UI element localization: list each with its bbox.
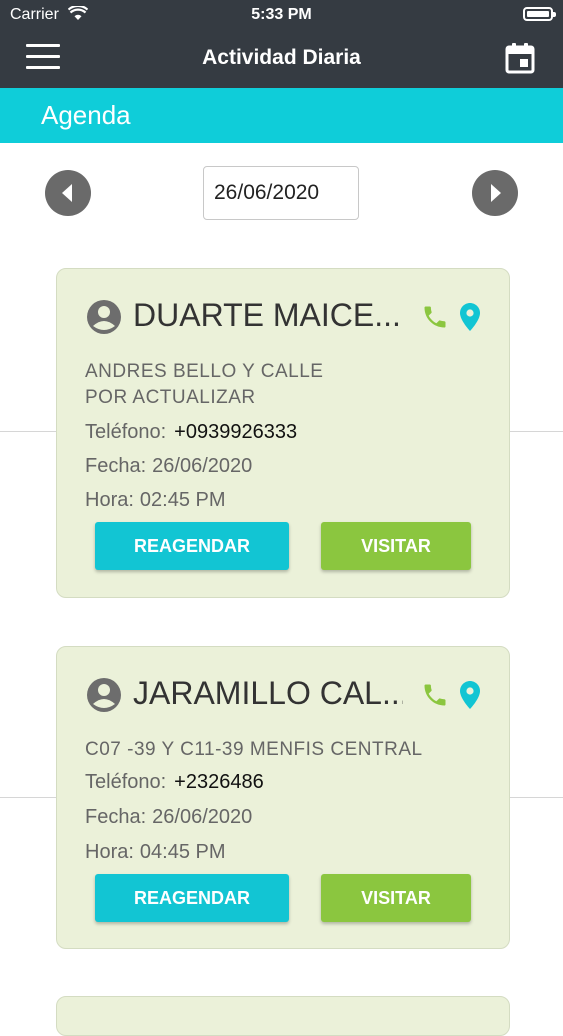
- calendar-icon[interactable]: [505, 42, 535, 74]
- battery-icon: [523, 7, 556, 21]
- appointment-card: DUARTE MAICE... ANDRES BELLO Y CALLE POR…: [56, 268, 510, 598]
- previous-day-button[interactable]: [45, 170, 91, 216]
- user-avatar-icon: [87, 300, 121, 334]
- client-address: C07 -39 Y C11-39 MENFIS CENTRAL: [85, 737, 423, 763]
- nav-bar: Actividad Diaria: [0, 30, 563, 88]
- appointment-card: JARAMILLO CAL... C07 -39 Y C11-39 MENFIS…: [56, 646, 510, 949]
- chevron-right-icon: [491, 184, 501, 202]
- date-value: 26/06/2020: [152, 806, 253, 828]
- phone-row: Teléfono: +2326486: [85, 771, 264, 794]
- reagendar-button[interactable]: REAGENDAR: [95, 522, 289, 570]
- date-row: Fecha: 26/06/2020: [85, 455, 252, 478]
- date-row: Fecha: 26/06/2020: [85, 806, 252, 829]
- date-value: 26/06/2020: [152, 455, 253, 477]
- time-value: 04:45 PM: [139, 841, 226, 863]
- time-label: Hora:: [85, 841, 134, 863]
- visitar-button[interactable]: VISITAR: [321, 874, 471, 922]
- visitar-button[interactable]: VISITAR: [321, 522, 471, 570]
- location-pin-icon[interactable]: [459, 680, 481, 710]
- next-day-button[interactable]: [472, 170, 518, 216]
- time-row: Hora: 04:45 PM: [85, 841, 226, 864]
- phone-label: Teléfono:: [85, 771, 167, 793]
- section-title: Agenda: [41, 100, 131, 130]
- phone-icon[interactable]: [421, 681, 449, 709]
- section-header: Agenda: [0, 88, 563, 143]
- date-input[interactable]: 26/06/2020: [203, 166, 359, 220]
- phone-icon[interactable]: [421, 303, 449, 331]
- status-bar: Carrier 5:33 PM: [0, 0, 563, 30]
- status-time: 5:33 PM: [251, 6, 312, 23]
- address-line: POR ACTUALIZAR: [85, 387, 256, 408]
- appointment-card: [56, 996, 510, 1036]
- phone-label: Teléfono:: [85, 421, 167, 443]
- phone-value: +0939926333: [174, 421, 298, 443]
- time-value: 02:45 PM: [139, 489, 226, 511]
- phone-value: +2326486: [174, 771, 264, 793]
- address-line: ANDRES BELLO Y CALLE: [85, 361, 324, 382]
- address-line: C07 -39 Y C11-39 MENFIS CENTRAL: [85, 739, 423, 760]
- client-name: DUARTE MAICE...: [133, 297, 401, 333]
- user-avatar-icon: [87, 678, 121, 712]
- reagendar-button[interactable]: REAGENDAR: [95, 874, 289, 922]
- client-address: ANDRES BELLO Y CALLE POR ACTUALIZAR: [85, 359, 323, 411]
- date-label: Fecha:: [85, 455, 147, 477]
- location-pin-icon[interactable]: [459, 302, 481, 332]
- page-title: Actividad Diaria: [202, 46, 361, 69]
- client-name: JARAMILLO CAL...: [133, 675, 403, 711]
- date-label: Fecha:: [85, 806, 147, 828]
- chevron-left-icon: [62, 184, 72, 202]
- phone-row: Teléfono: +0939926333: [85, 421, 297, 444]
- time-row: Hora: 02:45 PM: [85, 489, 226, 512]
- time-label: Hora:: [85, 489, 134, 511]
